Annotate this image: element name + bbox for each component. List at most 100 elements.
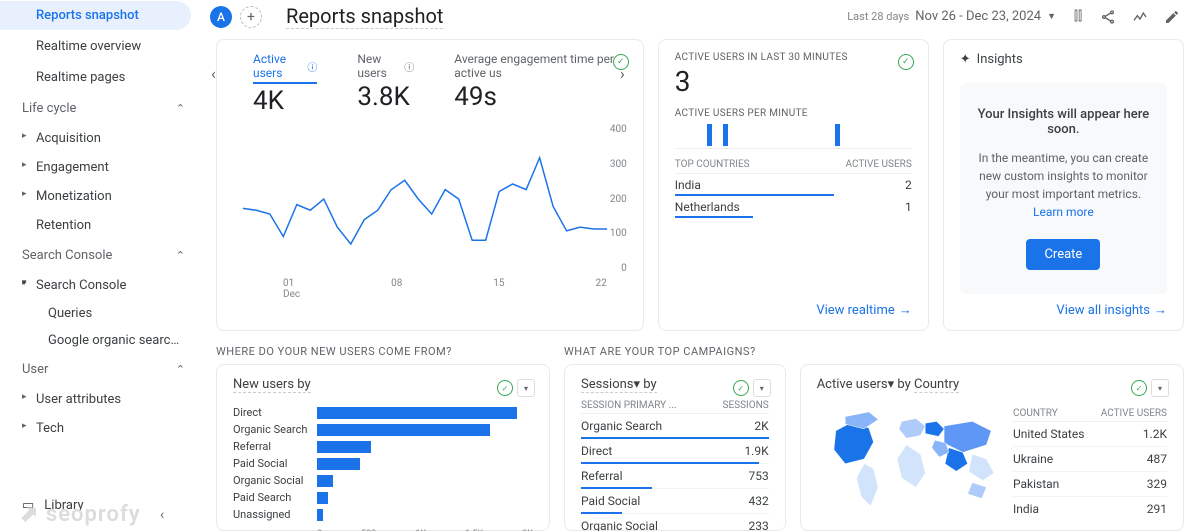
x-tick: 15 [493, 278, 504, 300]
y-tick: 0 [610, 263, 627, 274]
section-label: User [22, 362, 48, 377]
arrow-right-icon: → [899, 302, 912, 318]
card-title[interactable]: Sessions▾ by [581, 377, 657, 393]
nav-acquisition[interactable]: Acquisition [0, 124, 199, 153]
card-insights: ✦ Insights Your Insights will appear her… [943, 39, 1184, 331]
metric-label: New users [357, 52, 401, 80]
check-icon: ✓ [898, 54, 914, 70]
card-menu-button[interactable]: ▾ [1151, 379, 1169, 397]
nav-monetization[interactable]: Monetization [0, 182, 199, 211]
col-head: TOP COUNTRIES [675, 159, 750, 170]
rt-big-value: 3 [675, 65, 912, 98]
table-row: India2 [675, 174, 912, 196]
insights-icon[interactable] [1132, 9, 1152, 25]
card-sources: ✓▾ New users by First user primary chann… [216, 364, 550, 531]
nav-section-life-cycle[interactable]: Life cycle ⌃ [0, 93, 199, 124]
nav-section-search-console[interactable]: Search Console ⌃ [0, 240, 199, 271]
view-all-insights-link[interactable]: View all insights → [1056, 294, 1167, 318]
add-button[interactable]: + [240, 6, 262, 28]
col-head: ACTIVE USERS [846, 159, 912, 170]
nav-tech[interactable]: Tech [0, 414, 199, 443]
table-row: Pakistan329 [1013, 472, 1167, 497]
section-title: WHAT ARE YOUR TOP CAMPAIGNS? [564, 345, 786, 358]
col-head: SESSION PRIMARY ... [581, 400, 677, 411]
rt-label: ACTIVE USERS IN LAST 30 MINUTES [675, 52, 912, 63]
card-menu-button[interactable]: ▾ [517, 379, 535, 397]
arrow-right-icon: → [1154, 302, 1167, 318]
y-tick: 100 [610, 228, 627, 239]
topbar: A + Reports snapshot Last 28 days Nov 26… [200, 0, 1200, 39]
y-tick: 400 [610, 124, 627, 135]
table-row: Organic Social233 [581, 514, 769, 531]
metric-selector[interactable]: Active users▾ [817, 377, 894, 392]
card-overview: ‹ › ✓ Active usersⓘ 4K New usersⓘ 3.8K [216, 39, 644, 331]
bar-row: Paid Search [233, 491, 533, 504]
metric-value: 4K [253, 86, 317, 116]
col-head: ACTIVE USERS [1101, 408, 1167, 419]
nav-section-user[interactable]: User ⌃ [0, 354, 199, 385]
metric-active-users[interactable]: Active usersⓘ 4K [253, 52, 317, 116]
create-button[interactable]: Create [1026, 239, 1100, 270]
col-head: COUNTRY [1013, 408, 1058, 419]
chevron-up-icon: ⌃ [176, 363, 185, 376]
check-icon: ✓ [497, 380, 513, 396]
page-title: Reports snapshot [286, 4, 443, 29]
chevron-up-icon: ⌃ [176, 102, 185, 115]
collapse-sidebar-button[interactable]: ‹ [160, 507, 164, 523]
nav-retention[interactable]: Retention [0, 211, 199, 240]
nav-organic-traffic[interactable]: Google organic search traf... [0, 327, 199, 354]
dimension-selector[interactable]: Country [914, 377, 959, 393]
date-preset-label: Last 28 days [847, 10, 909, 23]
help-icon: ⓘ [307, 59, 317, 74]
insights-text: In the meantime, you can create new cust… [979, 151, 1149, 201]
bar-row: Direct [233, 406, 533, 419]
x-tick: 22 [596, 278, 607, 300]
link-label: View all insights [1056, 303, 1150, 318]
link-label: View realtime [816, 303, 894, 318]
nav-queries[interactable]: Queries [0, 300, 199, 327]
nav-engagement[interactable]: Engagement [0, 153, 199, 182]
nav-realtime-pages[interactable]: Realtime pages [0, 63, 191, 92]
world-map[interactable] [817, 400, 1005, 518]
col-head: SESSIONS [723, 400, 769, 411]
rt-label: ACTIVE USERS PER MINUTE [675, 108, 912, 119]
table-row: Ukraine487 [1013, 447, 1167, 472]
x-tick: 08 [391, 278, 402, 300]
edit-icon[interactable] [1164, 9, 1184, 25]
metric-new-users[interactable]: New usersⓘ 3.8K [357, 52, 414, 112]
x-tick: 01 Dec [283, 278, 300, 300]
bar-row: Unassigned [233, 508, 533, 521]
metric-label: Active users [253, 52, 304, 80]
card-menu-button[interactable]: ▾ [753, 379, 771, 397]
nav-realtime-overview[interactable]: Realtime overview [0, 32, 191, 61]
by-label: by [897, 377, 910, 392]
nav-search-console-parent[interactable]: ▾Search Console [0, 271, 199, 300]
check-icon: ✓ [1131, 380, 1147, 396]
learn-more-link[interactable]: Learn more [1033, 205, 1094, 219]
rt-minute-bars [675, 119, 912, 149]
metric-avg-engagement[interactable]: Average engagement time per active us 49… [454, 52, 626, 112]
date-range-picker[interactable]: Last 28 days Nov 26 - Dec 23, 2024 ▼ [847, 9, 1056, 24]
compare-icon[interactable]: ⫿⫿ [1068, 9, 1088, 24]
card-realtime: ✓ ACTIVE USERS IN LAST 30 MINUTES 3 ACTI… [658, 39, 929, 331]
metric-prev-button[interactable]: ‹ [211, 64, 216, 83]
avatar[interactable]: A [210, 6, 232, 28]
chevron-down-icon: ▼ [1047, 11, 1056, 22]
bar-row: Organic Search [233, 423, 533, 436]
help-icon: ⓘ [404, 59, 414, 74]
sparkle-icon: ✦ [960, 52, 971, 67]
bar-row: Paid Social [233, 457, 533, 470]
insights-title: Your Insights will appear here soon. [976, 107, 1151, 137]
metric-value: 49s [454, 82, 626, 112]
share-icon[interactable] [1100, 9, 1120, 25]
table-row: United States1.2K [1013, 422, 1167, 447]
nav-reports-snapshot[interactable]: Reports snapshot [0, 1, 191, 30]
nav-user-attributes[interactable]: User attributes [0, 385, 199, 414]
table-row: Direct1.9K [581, 439, 769, 464]
overview-chart: 400 300 200 100 0 [233, 124, 627, 274]
card-campaigns: ✓▾ Sessions▾ by Session primary ch... ▾ … [564, 364, 786, 531]
section-title: WHERE DO YOUR NEW USERS COME FROM? [216, 345, 550, 358]
card-countries: ✓▾ Active users▾ by Country [800, 364, 1184, 531]
watermark: ⬈ seoprofy [20, 502, 141, 527]
view-realtime-link[interactable]: View realtime → [816, 294, 911, 318]
